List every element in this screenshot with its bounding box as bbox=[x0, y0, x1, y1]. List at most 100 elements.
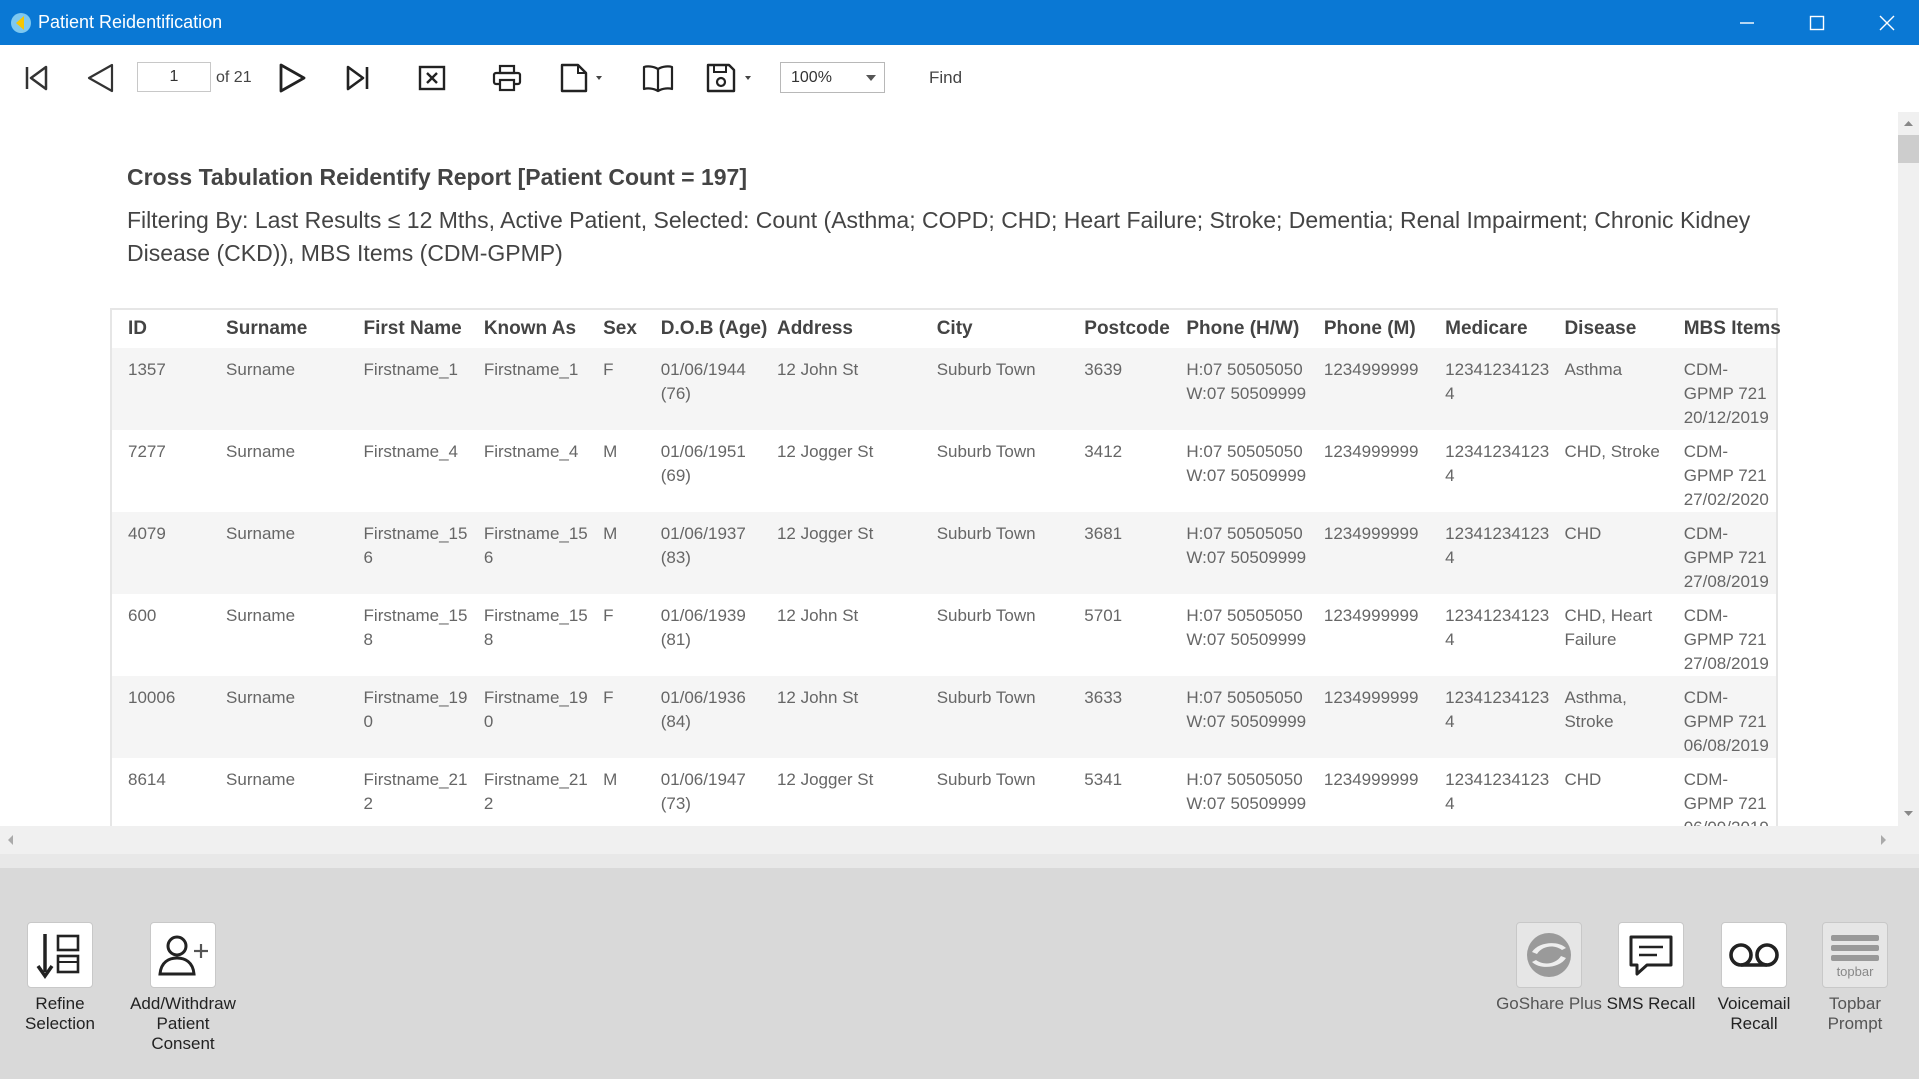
col-header-dob: D.O.B (Age) bbox=[660, 318, 768, 339]
col-header-postcode: Postcode bbox=[1084, 318, 1170, 339]
cell-dob: 01/06/1951 (69) bbox=[660, 442, 746, 485]
first-page-icon bbox=[25, 65, 48, 91]
zoom-select[interactable]: 100% bbox=[780, 62, 885, 93]
cell-city: Suburb Town bbox=[920, 348, 1069, 430]
cell-mbs-items: CDM-GPMP 721 27/08/2019 bbox=[1683, 606, 1769, 673]
cell-postcode: 3681 bbox=[1068, 512, 1171, 594]
close-icon bbox=[1879, 15, 1895, 30]
cell-phone-hw: H:07 50505050 W:07 50509999 bbox=[1186, 606, 1307, 649]
minimize-icon bbox=[1740, 21, 1754, 24]
cell-disease: CHD, Stroke bbox=[1564, 442, 1660, 461]
refine-selection-button[interactable]: Refine Selection bbox=[5, 922, 115, 1034]
cell-mbs-items: CDM-GPMP 721 20/12/2019 bbox=[1667, 348, 1776, 430]
cell-city: Suburb Town bbox=[936, 606, 1036, 625]
report-viewer: Cross Tabulation Reidentify Report [Pati… bbox=[0, 112, 1898, 826]
book-view-button[interactable] bbox=[638, 57, 678, 99]
cell-id: 7277 bbox=[128, 442, 166, 461]
cell-disease: Asthma bbox=[1548, 348, 1668, 430]
cell-city: Suburb Town bbox=[936, 770, 1036, 789]
goshare-icon bbox=[1527, 933, 1571, 977]
voicemail-icon bbox=[1729, 943, 1779, 967]
table-header-row: ID Surname First Name Known As Sex D.O.B… bbox=[112, 310, 1781, 348]
sms-recall-button[interactable]: SMS Recall bbox=[1596, 922, 1706, 1014]
cell-disease: Asthma, Stroke bbox=[1548, 676, 1668, 758]
cell-phone-m: 1234999999 bbox=[1307, 348, 1430, 430]
cell-surname: Surname bbox=[210, 676, 348, 758]
table-row: 1357 Surname Firstname_1 Firstname_1 F 0… bbox=[112, 348, 1776, 430]
topbar-logo-text: topbar bbox=[1836, 964, 1874, 979]
cell-phone-m: 1234999999 bbox=[1323, 606, 1419, 625]
cell-sex: F bbox=[587, 348, 645, 430]
topbar-prompt-button[interactable]: topbar Topbar Prompt bbox=[1800, 922, 1910, 1034]
maximize-icon bbox=[1809, 15, 1825, 30]
table-row: 600 Surname Firstname_15 8 Firstname_15 … bbox=[112, 594, 1776, 676]
cell-sex: F bbox=[587, 676, 645, 758]
first-page-button[interactable] bbox=[18, 57, 54, 99]
scroll-down-icon[interactable] bbox=[1898, 805, 1919, 823]
cell-known-as: Firstname_15 6 bbox=[467, 512, 588, 594]
cell-disease: CHD bbox=[1564, 770, 1602, 789]
minimize-button[interactable] bbox=[1712, 0, 1782, 45]
table-row: 8614 Surname Firstname_21 2 Firstname_21… bbox=[112, 758, 1776, 826]
close-button[interactable] bbox=[1852, 0, 1919, 45]
maximize-button[interactable] bbox=[1782, 0, 1852, 45]
scroll-left-icon[interactable] bbox=[2, 826, 20, 854]
page-number-input[interactable]: 1 bbox=[137, 62, 211, 92]
print-button[interactable] bbox=[487, 57, 527, 99]
book-view-icon bbox=[642, 65, 674, 93]
report-table: ID Surname First Name Known As Sex D.O.B… bbox=[110, 308, 1781, 826]
table-row: 7277 Surname Firstname_4 Firstname_4 M 0… bbox=[112, 430, 1776, 512]
cell-known-as: Firstname_21 2 bbox=[483, 770, 588, 813]
cell-medicare: 12341234123 4 bbox=[1445, 442, 1550, 485]
report-title: Cross Tabulation Reidentify Report [Pati… bbox=[127, 164, 748, 190]
vertical-scrollbar[interactable] bbox=[1898, 112, 1919, 826]
cell-mbs-items: CDM-GPMP 721 06/09/2019 bbox=[1683, 770, 1769, 826]
cell-phone-hw: H:07 50505050 W:07 50509999 bbox=[1170, 512, 1308, 594]
cell-known-as: Firstname_15 8 bbox=[483, 606, 588, 649]
cell-address: 12 Jogger St bbox=[760, 512, 921, 594]
cell-postcode: 5341 bbox=[1084, 770, 1123, 789]
cell-sex: M bbox=[603, 442, 618, 461]
goshare-plus-button[interactable]: GoShare Plus bbox=[1494, 922, 1604, 1014]
patient-consent-button[interactable]: Add/Withdraw Patient Consent bbox=[128, 922, 238, 1054]
cell-phone-hw: H:07 50505050 W:07 50509999 bbox=[1170, 348, 1308, 430]
cell-medicare: 12341234123 4 bbox=[1429, 512, 1549, 594]
cell-surname: Surname bbox=[210, 512, 348, 594]
scroll-right-icon[interactable] bbox=[1874, 826, 1892, 854]
col-header-known-as: Known As bbox=[483, 318, 577, 339]
last-page-icon bbox=[346, 65, 369, 91]
cell-phone-hw: H:07 50505050 W:07 50509999 bbox=[1186, 770, 1307, 813]
sms-icon bbox=[1629, 935, 1673, 976]
find-button[interactable]: Find bbox=[929, 68, 962, 88]
scrollbar-thumb[interactable] bbox=[1898, 135, 1919, 163]
cell-first-name: Firstname_4 bbox=[363, 442, 459, 461]
cell-postcode: 3412 bbox=[1084, 442, 1123, 461]
goshare-plus-label: GoShare Plus bbox=[1496, 994, 1602, 1013]
last-page-button[interactable] bbox=[338, 57, 378, 99]
refine-selection-icon bbox=[36, 934, 80, 980]
scroll-up-icon[interactable] bbox=[1898, 114, 1919, 132]
col-header-city: City bbox=[936, 318, 973, 339]
cell-medicare: 12341234123 4 bbox=[1429, 348, 1549, 430]
stop-icon bbox=[418, 65, 446, 91]
cell-first-name: Firstname_1 bbox=[347, 348, 468, 430]
save-button[interactable] bbox=[704, 57, 758, 99]
cell-first-name: Firstname_15 6 bbox=[347, 512, 468, 594]
refine-selection-label: Refine Selection bbox=[25, 994, 95, 1033]
next-page-button[interactable] bbox=[272, 57, 312, 99]
cell-phone-m: 1234999999 bbox=[1323, 770, 1419, 789]
page-setup-button[interactable] bbox=[556, 57, 610, 99]
cell-address: 12 John St bbox=[760, 348, 921, 430]
voicemail-recall-button[interactable]: Voicemail Recall bbox=[1699, 922, 1809, 1034]
stop-button[interactable] bbox=[412, 57, 452, 99]
zoom-value: 100% bbox=[791, 69, 832, 86]
cell-sex: M bbox=[587, 512, 645, 594]
table-row: 4079 Surname Firstname_15 6 Firstname_15… bbox=[112, 512, 1776, 594]
cell-postcode: 3639 bbox=[1068, 348, 1171, 430]
cell-dob: 01/06/1947 (73) bbox=[660, 770, 746, 813]
col-header-phone-m: Phone (M) bbox=[1323, 318, 1416, 339]
horizontal-scrollbar[interactable] bbox=[0, 826, 1919, 854]
page-total-label: of 21 bbox=[216, 69, 252, 86]
cell-phone-hw: H:07 50505050 W:07 50509999 bbox=[1170, 676, 1308, 758]
prev-page-button[interactable] bbox=[80, 57, 120, 99]
